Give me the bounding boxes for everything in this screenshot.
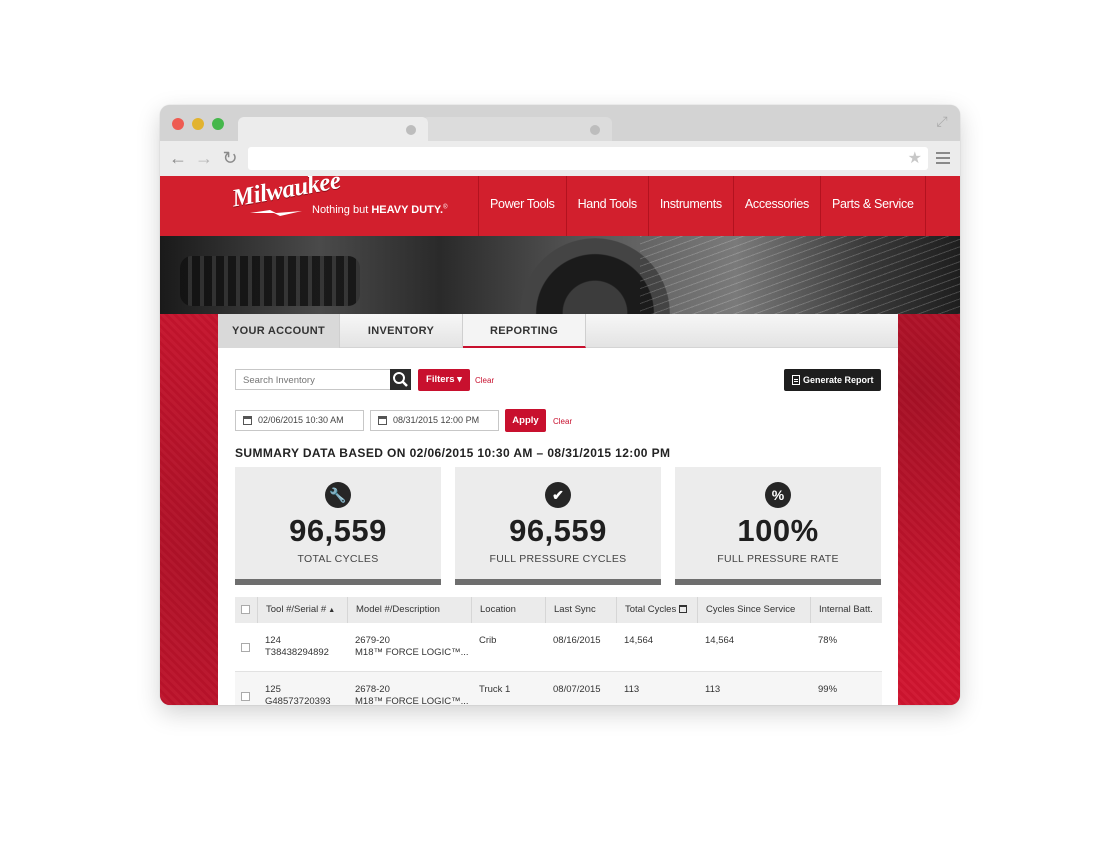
percent-icon: % xyxy=(765,482,791,508)
search-box xyxy=(235,369,411,390)
inventory-table: Tool #/Serial # ▲ Model #/Description Loc… xyxy=(235,597,882,705)
browser-tab-1[interactable] xyxy=(238,117,428,141)
tab-your-account[interactable]: YOUR ACCOUNT xyxy=(218,314,340,348)
logo-bolt-icon xyxy=(250,210,302,216)
column-cycles-since-service[interactable]: Cycles Since Service xyxy=(697,597,810,623)
cell-model: 2678-20 M18™ FORCE LOGIC™... xyxy=(355,684,469,705)
website: Milwaukee Nothing but HEAVY DUTY.® Power… xyxy=(160,176,960,705)
column-model[interactable]: Model #/Description xyxy=(347,597,471,623)
close-window-button[interactable] xyxy=(172,118,184,130)
forward-arrow-icon[interactable]: → xyxy=(194,148,214,168)
cell-tool-serial: 124 T38438294892 xyxy=(265,635,329,658)
cell-total-cycles: 14,564 xyxy=(624,635,654,646)
browser-tab-2[interactable] xyxy=(422,117,612,141)
card-label: FULL PRESSURE RATE xyxy=(717,553,839,565)
tab-inventory[interactable]: INVENTORY xyxy=(340,314,463,348)
cell-internal-battery: 99% xyxy=(818,684,838,695)
address-bar[interactable]: ★ xyxy=(248,147,928,170)
maximize-window-button[interactable] xyxy=(212,118,224,130)
cell-last-sync: 08/16/2015 xyxy=(553,635,601,646)
table-header: Tool #/Serial # ▲ Model #/Description Loc… xyxy=(235,597,882,623)
cell-total-cycles: 113 xyxy=(624,684,640,695)
table-row[interactable]: 124 T38438294892 2679-20 M18™ FORCE LOGIC™… xyxy=(235,623,882,672)
cell-cycles-since-service: 14,564 xyxy=(705,635,735,646)
calendar-icon xyxy=(679,605,688,613)
hero-banner xyxy=(160,236,960,314)
summary-card-total-cycles: 🔧 96,559 TOTAL CYCLES xyxy=(235,467,441,585)
hero-sparks-image xyxy=(640,236,960,314)
card-value: 100% xyxy=(737,513,819,548)
logo-tagline: Nothing but HEAVY DUTY.® xyxy=(312,204,448,216)
sort-ascending-icon: ▲ xyxy=(328,607,336,614)
cell-last-sync: 08/07/2015 xyxy=(553,684,601,695)
milwaukee-logo[interactable]: Milwaukee Nothing but HEAVY DUTY.® xyxy=(230,176,470,226)
fullscreen-icon[interactable]: ⤢ xyxy=(934,113,950,129)
cell-location: Crib xyxy=(479,635,497,646)
apply-button[interactable]: Apply xyxy=(505,409,546,432)
cell-location: Truck 1 xyxy=(479,684,511,695)
minimize-window-button[interactable] xyxy=(192,118,204,130)
end-date-value: 08/31/2015 12:00 PM xyxy=(393,415,480,425)
cell-internal-battery: 78% xyxy=(818,635,838,646)
bookmark-star-icon[interactable]: ★ xyxy=(908,149,922,168)
nav-accessories[interactable]: Accessories xyxy=(732,176,820,236)
browser-menu-icon[interactable] xyxy=(936,152,950,164)
nav-instruments[interactable]: Instruments xyxy=(647,176,733,236)
check-icon: ✔ xyxy=(545,482,571,508)
summary-card-full-pressure-cycles: ✔ 96,559 FULL PRESSURE CYCLES xyxy=(455,467,661,585)
generate-report-label: Generate Report xyxy=(803,375,874,385)
nav-parts-service[interactable]: Parts & Service xyxy=(819,176,926,236)
cell-model: 2679-20 M18™ FORCE LOGIC™... xyxy=(355,635,469,658)
hero-drill-image xyxy=(180,256,360,306)
column-location[interactable]: Location xyxy=(471,597,545,623)
column-total-cycles[interactable]: Total Cycles xyxy=(616,597,697,623)
filters-button[interactable]: Filters ▾ xyxy=(418,369,470,391)
calendar-icon xyxy=(243,416,252,425)
tab-reporting[interactable]: REPORTING xyxy=(463,314,586,348)
row-checkbox[interactable] xyxy=(241,643,250,652)
card-value: 96,559 xyxy=(289,513,387,548)
wrench-icon: 🔧 xyxy=(325,482,351,508)
card-value: 96,559 xyxy=(509,513,607,548)
cell-cycles-since-service: 113 xyxy=(705,684,721,695)
back-arrow-icon[interactable]: ← xyxy=(168,148,188,168)
site-header: Milwaukee Nothing but HEAVY DUTY.® Power… xyxy=(160,176,960,236)
document-icon xyxy=(792,375,800,385)
card-label: TOTAL CYCLES xyxy=(297,553,379,565)
reporting-panel: YOUR ACCOUNT INVENTORY REPORTING Filters… xyxy=(218,314,898,705)
start-date-field[interactable]: 02/06/2015 10:30 AM xyxy=(235,410,364,431)
clear-dates-link[interactable]: Clear xyxy=(553,417,572,426)
card-label: FULL PRESSURE CYCLES xyxy=(489,553,627,565)
search-input[interactable] xyxy=(236,371,394,390)
main-navigation: Power Tools Hand Tools Instruments Acces… xyxy=(478,176,926,236)
end-date-field[interactable]: 08/31/2015 12:00 PM xyxy=(370,410,499,431)
row-checkbox[interactable] xyxy=(241,692,250,701)
nav-hand-tools[interactable]: Hand Tools xyxy=(565,176,648,236)
clear-filters-link[interactable]: Clear xyxy=(475,376,494,385)
column-tool-serial[interactable]: Tool #/Serial # ▲ xyxy=(257,597,347,623)
browser-toolbar: ← → ↻ ★ xyxy=(160,141,960,176)
cell-tool-serial: 125 G48573720393 xyxy=(265,684,331,705)
summary-card-full-pressure-rate: % 100% FULL PRESSURE RATE xyxy=(675,467,881,585)
account-tabs: YOUR ACCOUNT INVENTORY REPORTING xyxy=(218,314,898,348)
start-date-value: 02/06/2015 10:30 AM xyxy=(258,415,344,425)
search-button[interactable] xyxy=(390,369,411,390)
search-icon xyxy=(393,372,408,387)
summary-title: SUMMARY DATA BASED ON 02/06/2015 10:30 A… xyxy=(235,446,671,460)
column-last-sync[interactable]: Last Sync xyxy=(545,597,616,623)
table-row[interactable]: 125 G48573720393 2678-20 M18™ FORCE LOGIC™… xyxy=(235,672,882,705)
calendar-icon xyxy=(378,416,387,425)
column-internal-battery[interactable]: Internal Batt. xyxy=(810,597,882,623)
select-all-checkbox[interactable] xyxy=(241,605,250,614)
nav-power-tools[interactable]: Power Tools xyxy=(478,176,566,236)
reload-icon[interactable]: ↻ xyxy=(220,148,240,168)
browser-tabstrip: ⤢ xyxy=(160,105,960,141)
generate-report-button[interactable]: Generate Report xyxy=(784,369,881,391)
browser-window: ⤢ ← → ↻ ★ Milwaukee Nothing but HEAVY DU… xyxy=(160,105,960,705)
